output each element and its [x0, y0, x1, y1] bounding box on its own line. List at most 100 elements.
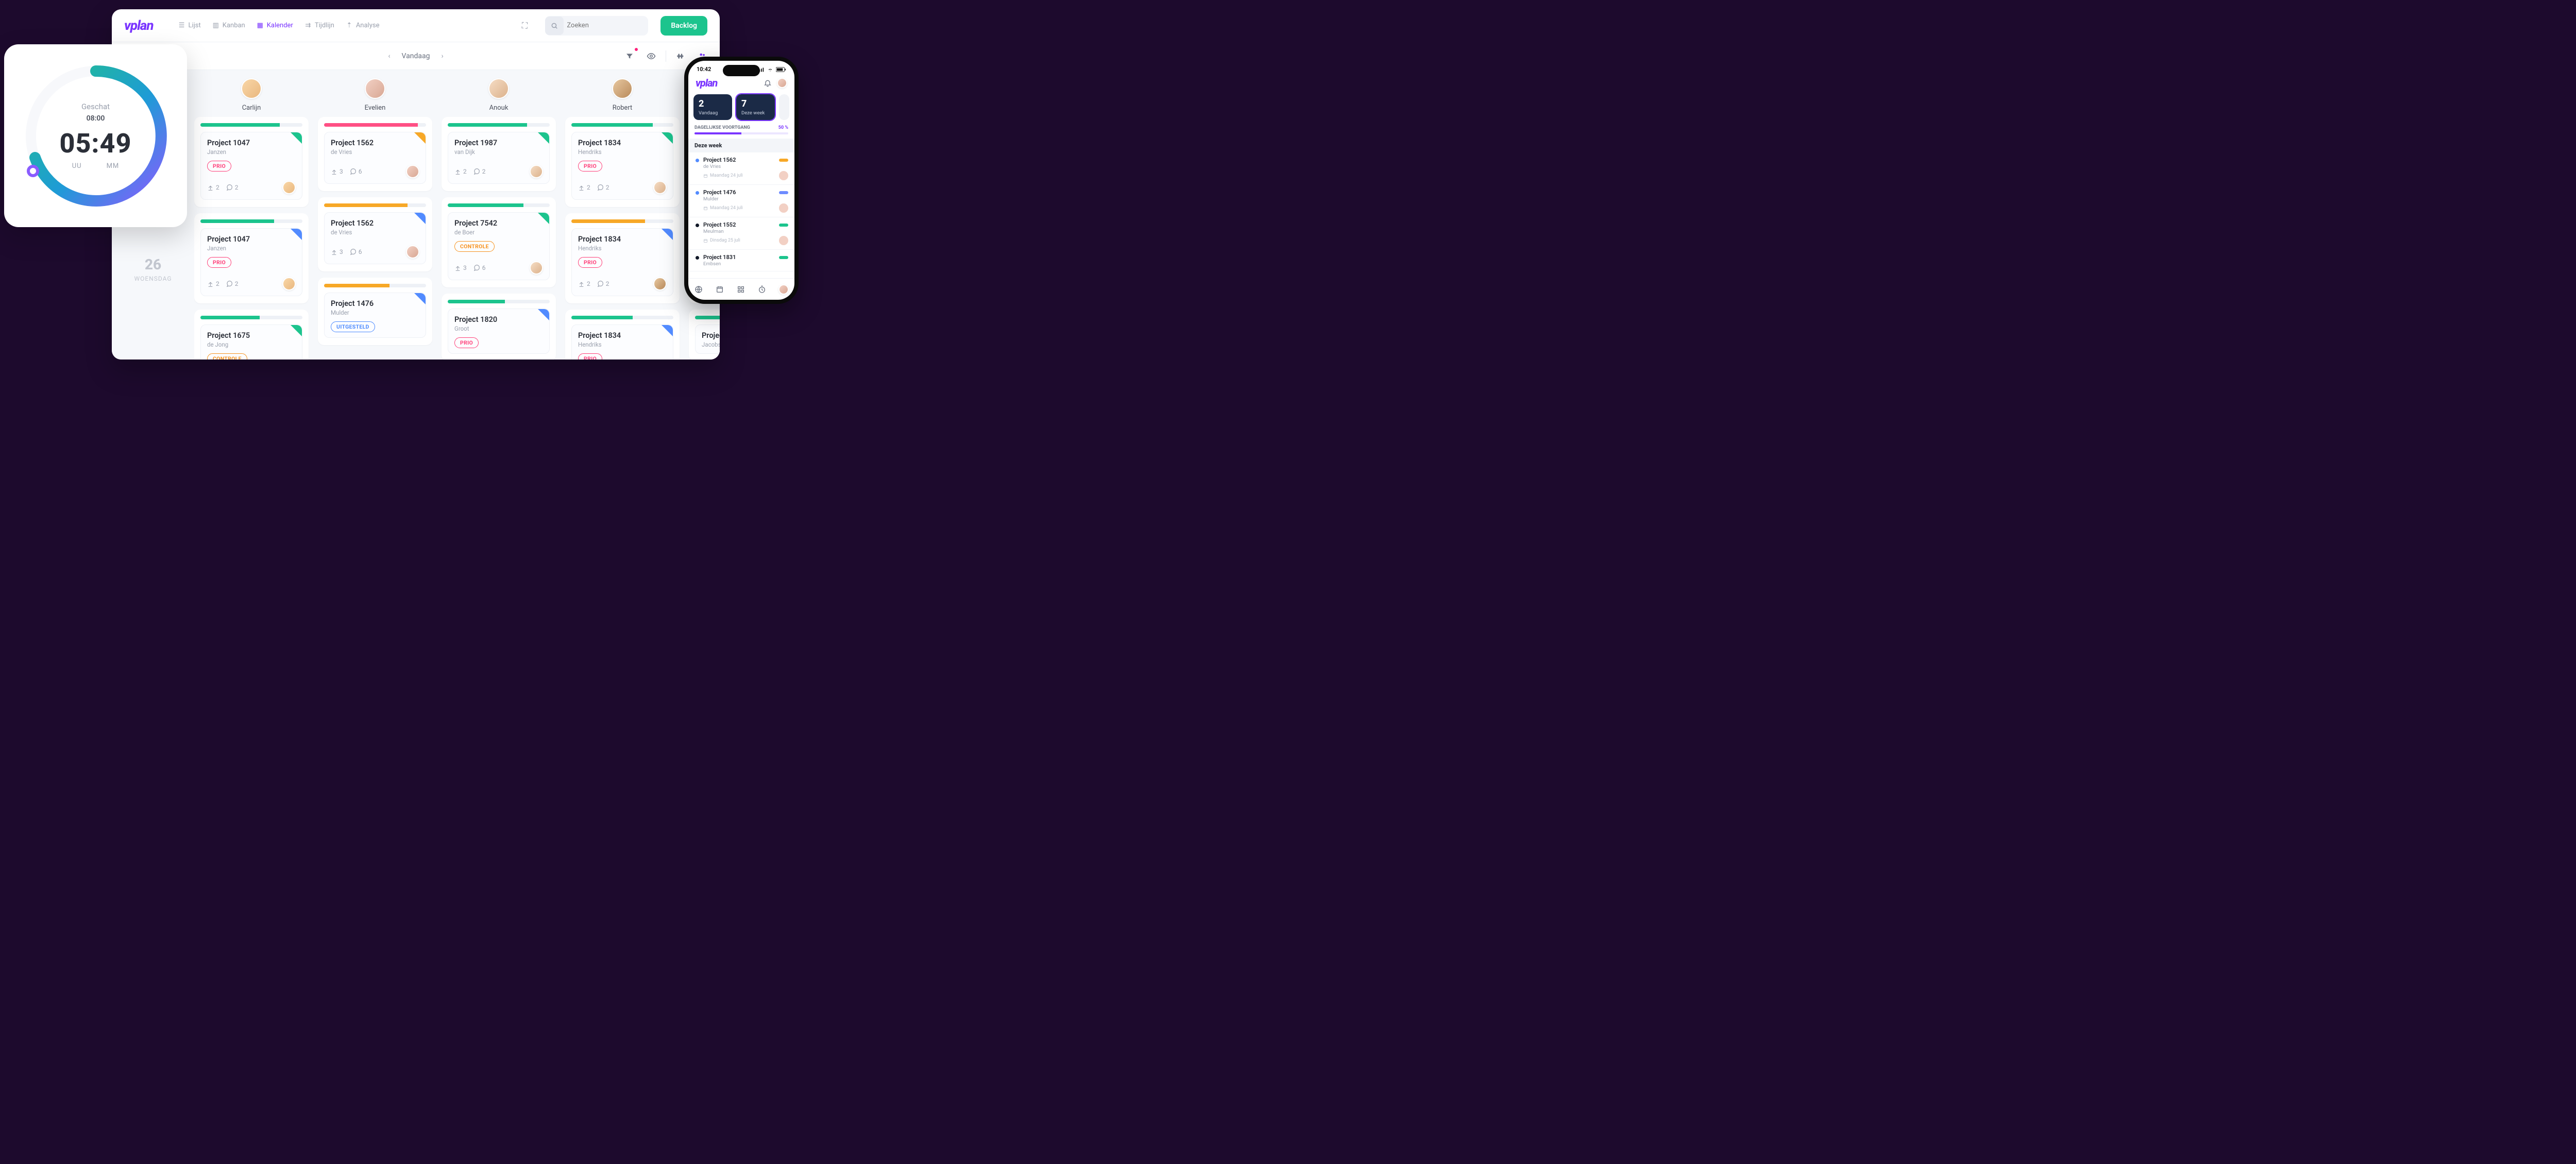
day-segment: Project 1834HendriksPRIO [565, 310, 680, 360]
assignee-avatar[interactable] [406, 165, 419, 178]
phone-task-item[interactable]: Project 1476MulderMaandag 24 juli [688, 185, 794, 217]
task-card[interactable]: Project 4829Jacobs [695, 324, 720, 354]
timeline-icon: ⇉ [304, 22, 312, 29]
avatar[interactable] [241, 78, 262, 99]
chat-icon [226, 184, 233, 191]
nav-calendar[interactable]: ▦ Kalender [257, 22, 293, 29]
task-card[interactable]: Project 1047JanzenPRIO22 [200, 228, 302, 296]
card-subtitle: de Boer [454, 229, 543, 236]
nav-list[interactable]: ☰ Lijst [178, 22, 201, 29]
stat-more[interactable] [779, 94, 789, 120]
search-input[interactable] [567, 22, 639, 29]
card-footer: 36 [331, 245, 419, 259]
nav-kanban[interactable]: ▥ Kanban [212, 22, 245, 29]
timer-unit-hours: UU [72, 162, 82, 170]
comments-count: 2 [226, 184, 239, 191]
upload-icon [331, 249, 337, 255]
backlog-button[interactable]: Backlog [660, 16, 707, 36]
task-card[interactable]: Project 1562de Vries36 [324, 212, 426, 264]
assignee-avatar[interactable] [282, 181, 296, 194]
avatar[interactable] [488, 78, 509, 99]
tab-globe[interactable] [694, 285, 703, 294]
tab-timer[interactable] [757, 285, 767, 294]
search-box[interactable] [545, 16, 648, 36]
stat-number: 2 [699, 98, 727, 109]
search-icon [545, 16, 564, 35]
task-card[interactable]: Project 7542de BoerCONTROLE36 [448, 212, 550, 280]
card-title: Project 1675 [207, 331, 296, 340]
tab-grid[interactable] [736, 285, 745, 294]
stat-week[interactable]: 7 Deze week [736, 94, 775, 120]
card-subtitle: van Dijk [454, 148, 543, 156]
upload-icon [454, 265, 461, 271]
list-icon: ☰ [178, 22, 185, 29]
phone-task-item[interactable]: Project 1831Embsen [688, 250, 794, 271]
item-date: Maandag 24 juli [703, 203, 788, 213]
segment-progress [324, 203, 426, 207]
day-segment: Project 1987van Dijk22 [442, 117, 556, 191]
card-title: Project 1834 [578, 331, 667, 340]
assignee-avatar[interactable] [653, 181, 667, 194]
segment-progress [448, 203, 550, 207]
segment-progress [571, 219, 673, 223]
filter-button[interactable] [622, 49, 637, 63]
today-label[interactable]: Vandaag [402, 52, 430, 60]
assignee-avatar[interactable] [530, 165, 543, 178]
task-card[interactable]: Project 1987van Dijk22 [448, 132, 550, 184]
card-tag: CONTROLE [207, 353, 247, 360]
column-name: Evelien [318, 104, 432, 112]
task-card[interactable]: Project 1562de Vries36 [324, 132, 426, 184]
status-chip-icon [779, 159, 788, 162]
day-segment: Project 7542de BoerCONTROLE36 [442, 197, 556, 287]
progress-label: DAGELIJKSE VOORTGANG [694, 125, 750, 130]
fullscreen-button[interactable]: ⛶ [516, 18, 533, 34]
task-card[interactable]: Project 1675de JongCONTROLE [200, 324, 302, 360]
task-card[interactable]: Project 1834HendriksPRIO22 [571, 228, 673, 296]
avatar[interactable] [777, 78, 787, 88]
visibility-button[interactable] [644, 49, 658, 63]
day-segment: Project 4829Jacobs [689, 310, 720, 360]
card-title: Project 1047 [207, 235, 296, 244]
assignee-avatar[interactable] [653, 277, 667, 290]
card-subtitle: de Vries [331, 148, 419, 156]
next-day-button[interactable]: › [441, 52, 443, 60]
phone-task-item[interactable]: Project 1552MeulmanDinsdag 25 juli [688, 217, 794, 250]
card-tag: PRIO [207, 257, 231, 268]
segment-progress [200, 123, 302, 127]
nav-timeline[interactable]: ⇉ Tijdlijn [304, 22, 334, 29]
battery-icon [776, 67, 786, 72]
avatar[interactable] [365, 78, 385, 99]
nav-analyse[interactable]: ⇡ Analyse [346, 22, 380, 29]
filter-badge-icon [635, 48, 638, 51]
assignee-avatar[interactable] [406, 245, 419, 259]
task-card[interactable]: Project 1476MulderUITGESTELD [324, 293, 426, 338]
task-card[interactable]: Project 1820GrootPRIO [448, 309, 550, 354]
tab-calendar[interactable] [715, 285, 724, 294]
task-card[interactable]: Project 1834HendriksPRIO22 [571, 132, 673, 200]
item-title: Project 1476 [703, 189, 736, 196]
assignee-avatar[interactable] [282, 277, 296, 290]
phone-task-item[interactable]: Project 1562de VriesMaandag 24 juli [688, 152, 794, 185]
nav-label: Kalender [267, 22, 293, 29]
card-footer: 22 [454, 165, 543, 178]
chat-icon [349, 168, 357, 175]
card-subtitle: Hendriks [578, 245, 667, 252]
task-card[interactable]: Project 1047JanzenPRIO22 [200, 132, 302, 200]
task-card[interactable]: Project 1834HendriksPRIO [571, 324, 673, 360]
stat-today[interactable]: 2 Vandaag [693, 94, 732, 120]
card-corner-icon [414, 213, 426, 224]
assignee-avatar [779, 236, 788, 245]
bell-icon[interactable] [764, 79, 772, 87]
tab-profile[interactable] [778, 284, 789, 295]
card-subtitle: de Vries [331, 229, 419, 236]
attachments-count: 3 [331, 248, 343, 255]
stat-number: 7 [741, 98, 770, 109]
assignee-avatar[interactable] [530, 261, 543, 275]
extensions-button[interactable] [673, 49, 688, 63]
card-corner-icon [414, 293, 426, 304]
prev-day-button[interactable]: ‹ [388, 52, 390, 60]
avatar[interactable] [612, 78, 633, 99]
upload-icon [578, 184, 585, 191]
card-tag: PRIO [454, 337, 479, 348]
segment-progress [448, 123, 550, 127]
